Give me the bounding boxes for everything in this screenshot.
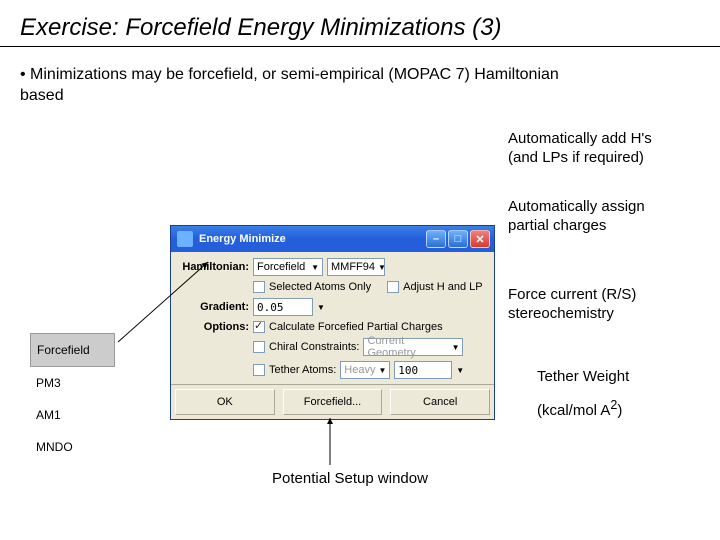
ff-sub-value: MMFF94	[331, 261, 375, 273]
tether-weight-input[interactable]: 100	[394, 361, 452, 379]
annot-tether: Tether Weight	[537, 368, 629, 387]
forcefield-button[interactable]: Forcefield...	[283, 389, 383, 415]
selected-atoms-checkbox[interactable]	[253, 281, 265, 293]
selected-atoms-label: Selected Atoms Only	[269, 281, 371, 293]
annot-add-h: Automatically add H's (and LPs if requir…	[508, 130, 652, 168]
chevron-down-icon[interactable]: ▼	[456, 366, 464, 375]
list-item-pm3[interactable]: PM3	[30, 367, 115, 399]
adjust-h-checkbox[interactable]	[387, 281, 399, 293]
annot-stereo: Force current (R/S) stereochemistry	[508, 286, 636, 324]
chevron-down-icon: ▼	[378, 366, 386, 375]
tether-value: Heavy	[344, 364, 375, 376]
maximize-button[interactable]: □	[448, 230, 468, 248]
forcefield-type-select[interactable]: MMFF94▼	[327, 258, 385, 276]
label-gradient: Gradient:	[179, 301, 249, 313]
chevron-down-icon[interactable]: ▼	[317, 303, 325, 312]
chiral-value: Current Geometry	[367, 335, 448, 359]
chevron-down-icon: ▼	[452, 343, 460, 352]
list-item-forcefield[interactable]: Forcefield	[30, 333, 115, 367]
annot-partial: Automatically assign partial charges	[508, 198, 645, 236]
energy-minimize-dialog: Energy Minimize – □ ✕ Hamiltonian: Force…	[170, 225, 495, 420]
slide-title: Exercise: Forcefield Energy Minimization…	[0, 0, 720, 47]
label-hamiltonian: Hamiltonian:	[179, 261, 249, 273]
chevron-down-icon: ▼	[311, 263, 319, 272]
slide-bullet: • Minimizations may be forcefield, or se…	[0, 47, 560, 107]
tether-label: Tether Atoms:	[269, 364, 336, 376]
unit-post: )	[617, 402, 622, 419]
tether-checkbox[interactable]	[253, 364, 265, 376]
annot-unit: (kcal/mol A2)	[537, 398, 622, 421]
tether-select[interactable]: Heavy▼	[340, 361, 390, 379]
hamiltonian-dropdown-list: Forcefield PM3 AM1 MNDO	[30, 333, 115, 463]
app-icon	[177, 231, 193, 247]
unit-pre: (kcal/mol A	[537, 402, 610, 419]
label-options: Options:	[179, 321, 249, 333]
list-item-am1[interactable]: AM1	[30, 399, 115, 431]
chiral-checkbox[interactable]	[253, 341, 265, 353]
hamiltonian-value: Forcefield	[257, 261, 305, 273]
chiral-select[interactable]: Current Geometry ▼	[363, 338, 463, 356]
calc-partial-checkbox[interactable]	[253, 321, 265, 333]
cancel-button[interactable]: Cancel	[390, 389, 490, 415]
caption-potential: Potential Setup window	[272, 470, 428, 487]
chiral-label: Chiral Constraints:	[269, 341, 359, 353]
window-title: Energy Minimize	[199, 233, 286, 245]
minimize-button[interactable]: –	[426, 230, 446, 248]
gradient-input[interactable]: 0.05	[253, 298, 313, 316]
adjust-h-label: Adjust H and LP	[403, 281, 483, 293]
close-button[interactable]: ✕	[470, 230, 490, 248]
chevron-down-icon: ▼	[378, 263, 386, 272]
hamiltonian-select[interactable]: Forcefield ▼	[253, 258, 323, 276]
calc-partial-label: Calculate Forcefied Partial Charges	[269, 321, 443, 333]
list-item-mndo[interactable]: MNDO	[30, 431, 115, 463]
titlebar[interactable]: Energy Minimize – □ ✕	[171, 226, 494, 252]
ok-button[interactable]: OK	[175, 389, 275, 415]
